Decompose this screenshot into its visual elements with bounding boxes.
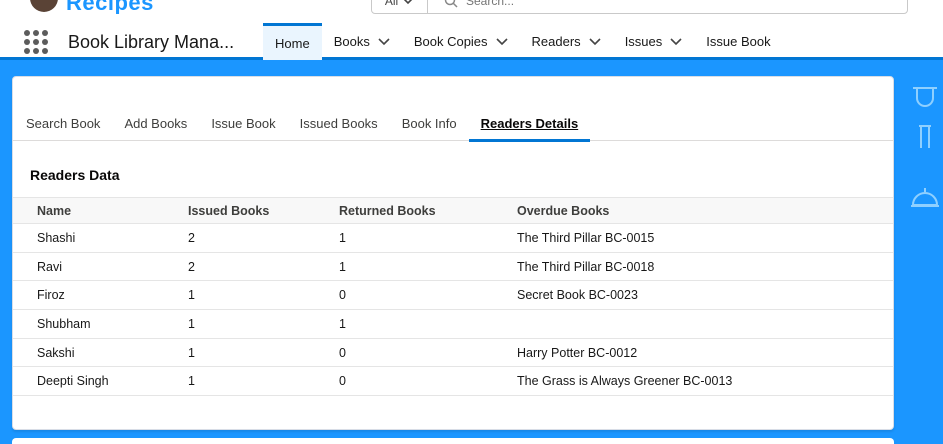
table-row: Ravi 2 1 The Third Pillar BC-0018 — [13, 252, 893, 282]
search-scope-label: All — [384, 0, 399, 8]
cell-returned: 0 — [315, 366, 493, 397]
table-row: Shubham 1 1 — [13, 309, 893, 339]
cell-overdue: The Third Pillar BC-0018 — [493, 252, 893, 282]
nav-item-book-copies[interactable]: Book Copies — [402, 23, 520, 60]
cell-returned: 1 — [315, 309, 493, 339]
tab-label: Issue Book — [211, 115, 276, 131]
column-header-returned-books[interactable]: Returned Books — [315, 197, 493, 224]
cell-name: Deepti Singh — [13, 366, 164, 397]
nav-item-label: Book Copies — [413, 34, 488, 49]
tab-label: Search Book — [26, 115, 101, 131]
search-input[interactable] — [466, 0, 866, 8]
nav-item-issue-book[interactable]: Issue Book — [694, 23, 782, 60]
table-row: Sakshi 1 0 Harry Potter BC-0012 — [13, 338, 893, 368]
search-icon — [444, 0, 458, 8]
tab-label: Readers Details — [480, 115, 579, 131]
cell-overdue — [493, 309, 893, 339]
tab-search-book[interactable]: Search Book — [14, 105, 112, 141]
tab-book-info[interactable]: Book Info — [390, 105, 469, 141]
nav-item-label: Books — [333, 34, 370, 49]
cell-returned: 0 — [315, 280, 493, 311]
app-launcher-icon[interactable] — [24, 30, 48, 54]
column-header-overdue-books[interactable]: Overdue Books — [493, 197, 893, 224]
nav-item-label: Home — [275, 35, 310, 51]
section-title: Readers Data — [30, 167, 120, 183]
cell-issued: 1 — [164, 280, 315, 311]
nav-item-label: Issues — [624, 34, 663, 49]
column-header-name[interactable]: Name — [13, 197, 164, 224]
table-header-row: Name Issued Books Returned Books Overdue… — [13, 197, 893, 224]
column-header-issued-books[interactable]: Issued Books — [164, 197, 315, 224]
cell-issued: 1 — [164, 366, 315, 397]
cell-issued: 2 — [164, 223, 315, 253]
cell-issued: 2 — [164, 252, 315, 282]
cell-overdue: Harry Potter BC-0012 — [493, 338, 893, 368]
global-header: Recipes All — [0, 0, 943, 15]
cell-name: Ravi — [13, 252, 164, 282]
chevron-down-icon[interactable] — [589, 37, 601, 46]
tab-label: Book Info — [401, 115, 457, 131]
tab-label: Add Books — [124, 115, 188, 131]
nav-item-readers[interactable]: Readers — [520, 23, 613, 60]
cell-overdue: Secret Book BC-0023 — [493, 280, 893, 311]
nav-item-label: Issue Book — [706, 34, 771, 49]
readers-table: Name Issued Books Returned Books Overdue… — [13, 197, 893, 397]
cell-overdue: The Grass is Always Greener BC-0013 — [493, 366, 893, 397]
chevron-down-icon[interactable] — [670, 37, 682, 46]
tab-label: Issued Books — [299, 115, 378, 131]
app-name: Book Library Mana... — [68, 32, 235, 52]
chevron-down-icon — [404, 0, 413, 5]
readers-card: Search Book Add Books Issue Book Issued … — [12, 76, 894, 430]
nav-item-issues[interactable]: Issues — [613, 23, 695, 60]
background-kitchen-icons — [911, 87, 939, 207]
logo-bowl-icon — [30, 0, 58, 12]
cell-name: Shashi — [13, 223, 164, 253]
tab-issued-books[interactable]: Issued Books — [288, 105, 390, 141]
cell-name: Shubham — [13, 309, 164, 339]
nav-item-label: Readers — [531, 34, 581, 49]
table-row: Shashi 2 1 The Third Pillar BC-0015 — [13, 223, 893, 253]
nav-item-books[interactable]: Books — [322, 23, 402, 60]
search-scope-select[interactable]: All — [372, 0, 428, 13]
cell-name: Sakshi — [13, 338, 164, 368]
cell-returned: 1 — [315, 223, 493, 253]
cell-issued: 1 — [164, 338, 315, 368]
tab-bar: Search Book Add Books Issue Book Issued … — [13, 105, 893, 142]
chevron-down-icon[interactable] — [495, 37, 508, 46]
cell-name: Firoz — [13, 280, 164, 311]
nav-items: Home Books Book Copies Readers Issues Is… — [263, 23, 783, 60]
tab-readers-details[interactable]: Readers Details — [468, 105, 591, 142]
table-row: Deepti Singh 1 0 The Grass is Always Gre… — [13, 366, 893, 397]
cell-returned: 0 — [315, 338, 493, 368]
cell-returned: 1 — [315, 252, 493, 282]
chevron-down-icon[interactable] — [378, 37, 390, 46]
app-nav-bar: Book Library Mana... Home Books Book Cop… — [0, 14, 943, 60]
tab-add-books[interactable]: Add Books — [112, 105, 199, 141]
nav-item-home[interactable]: Home — [263, 23, 322, 60]
cell-overdue: The Third Pillar BC-0015 — [493, 223, 893, 253]
table-row: Firoz 1 0 Secret Book BC-0023 — [13, 280, 893, 311]
next-card-edge — [12, 438, 894, 444]
global-search: All — [371, 0, 908, 14]
tab-issue-book[interactable]: Issue Book — [199, 105, 287, 141]
cell-issued: 1 — [164, 309, 315, 339]
